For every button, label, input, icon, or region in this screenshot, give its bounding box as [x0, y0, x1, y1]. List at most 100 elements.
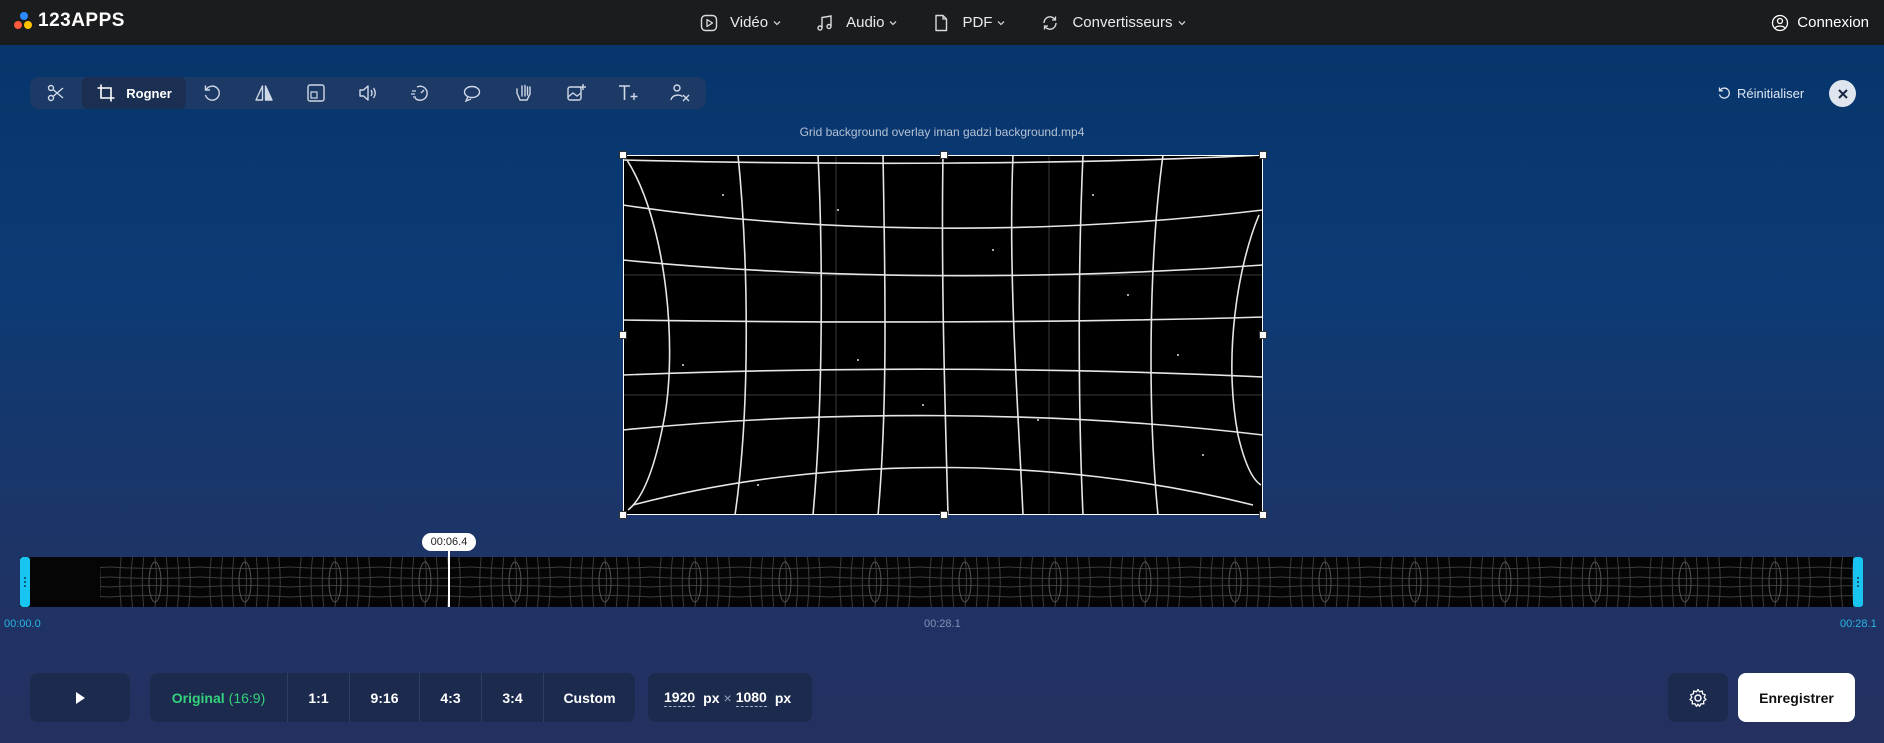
add-text-icon: [619, 85, 638, 100]
nav-item-label: Vidéo: [730, 14, 769, 31]
timeline-thumbnail: [919, 557, 1011, 607]
gear-icon: [1689, 688, 1707, 707]
remove-logo-tool-button[interactable]: [654, 77, 706, 109]
video-filename: Grid background overlay iman gadzi backg…: [799, 125, 1085, 139]
crop-handle-left[interactable]: [619, 331, 627, 339]
dimension-separator: ×: [723, 689, 732, 706]
ratio-9-16[interactable]: 9:16: [350, 673, 420, 722]
timeline-thumbnail: [1099, 557, 1191, 607]
brand-name: 123APPS: [38, 10, 125, 31]
resize-tool-button[interactable]: [290, 77, 342, 109]
playhead[interactable]: [448, 551, 450, 607]
crop-handle-bottom[interactable]: [940, 511, 948, 519]
crop-handle-top[interactable]: [940, 151, 948, 159]
timeline-thumbnail: [199, 557, 291, 607]
play-circle-icon: [700, 14, 718, 31]
scissors-icon: [47, 84, 64, 102]
editor-toolbar: Rogner: [30, 77, 706, 109]
nav-item-pdf[interactable]: PDF: [932, 0, 1006, 45]
top-nav: 123APPS Vidéo Audio PDF Convertisseurs C…: [0, 0, 1884, 45]
crop-tool-button[interactable]: Rogner: [82, 77, 186, 109]
nav-item-converters[interactable]: Convertisseurs: [1040, 0, 1186, 45]
add-image-icon: [567, 84, 586, 101]
ratio-custom[interactable]: Custom: [544, 673, 635, 722]
music-note-icon: [817, 14, 832, 31]
play-icon: [76, 691, 85, 704]
crop-handle-bottom-left[interactable]: [619, 511, 627, 519]
timeline-thumbnail: [1279, 557, 1371, 607]
ratio-original-value: (16:9): [228, 689, 266, 706]
close-button[interactable]: [1829, 80, 1856, 107]
timeline-thumbnail: [1009, 557, 1101, 607]
ratio-1-1[interactable]: 1:1: [288, 673, 350, 722]
brand-logo[interactable]: 123APPS: [14, 10, 125, 32]
timeline-thumbnail: [289, 557, 381, 607]
rotate-tool-button[interactable]: [186, 77, 238, 109]
chevron-down-icon: [890, 20, 897, 25]
nav-item-video[interactable]: Vidéo: [700, 0, 782, 45]
timeline-thumbnail: [1549, 557, 1641, 607]
speed-tool-button[interactable]: [394, 77, 446, 109]
nav-item-label: Audio: [846, 14, 885, 31]
dimensions-box: 1920 px × 1080 px: [648, 673, 812, 722]
add-text-tool-button[interactable]: [602, 77, 654, 109]
flip-tool-button[interactable]: [238, 77, 290, 109]
loop-icon: [463, 85, 481, 103]
flip-icon: [255, 85, 273, 101]
logo-dots-icon: [14, 12, 34, 30]
reset-icon: [1718, 87, 1730, 99]
volume-tool-button[interactable]: [342, 77, 394, 109]
timeline-thumbnail: [379, 557, 471, 607]
width-unit: px: [703, 689, 720, 706]
stabilize-icon: [516, 84, 531, 101]
timeline-thumbnail: [1189, 557, 1281, 607]
height-input[interactable]: 1080: [735, 689, 767, 707]
add-image-tool-button[interactable]: [550, 77, 602, 109]
timeline-track[interactable]: [20, 557, 1862, 607]
ratio-4-3[interactable]: 4:3: [420, 673, 482, 722]
timeline-thumbnail: [829, 557, 921, 607]
aspect-ratio-selector: Original (16:9) 1:1 9:16 4:3 3:4 Custom: [150, 673, 635, 722]
trim-handle-end[interactable]: [1853, 557, 1863, 607]
height-unit: px: [774, 689, 792, 706]
cut-tool-button[interactable]: [30, 77, 82, 109]
timeline-dark-segment: [20, 557, 100, 607]
crop-handle-bottom-right[interactable]: [1259, 511, 1267, 519]
rotate-icon: [204, 85, 220, 101]
crop-icon: [97, 84, 115, 102]
chevron-down-icon: [998, 20, 1005, 25]
timeline-thumbnail: [739, 557, 831, 607]
timeline-end-time: 00:28.1: [1840, 618, 1877, 630]
nav-item-label: PDF: [962, 14, 993, 31]
remove-logo-icon: [670, 84, 690, 102]
document-icon: [935, 14, 948, 31]
crop-frame[interactable]: [619, 151, 1267, 519]
trim-handle-start[interactable]: [20, 557, 30, 607]
crop-handle-right[interactable]: [1259, 331, 1267, 339]
user-icon: [1772, 14, 1789, 31]
play-button[interactable]: [30, 673, 130, 722]
nav-item-audio[interactable]: Audio: [816, 0, 898, 45]
timeline-thumbnail: [559, 557, 651, 607]
login-link[interactable]: Connexion: [1771, 0, 1869, 45]
login-label: Connexion: [1797, 14, 1869, 31]
ratio-original[interactable]: Original (16:9): [150, 673, 288, 722]
timeline-thumbnail: [649, 557, 741, 607]
stabilize-tool-button[interactable]: [498, 77, 550, 109]
width-input[interactable]: 1920: [664, 689, 696, 707]
crop-tool-label: Rogner: [126, 85, 172, 101]
reset-button[interactable]: Réinitialiser: [1717, 82, 1804, 104]
timeline-start-time: 00:00.0: [4, 618, 41, 630]
timeline-thumbnail: [469, 557, 561, 607]
loop-tool-button[interactable]: [446, 77, 498, 109]
crop-handle-top-right[interactable]: [1259, 151, 1267, 159]
crop-handle-top-left[interactable]: [619, 151, 627, 159]
resize-icon: [307, 84, 325, 102]
ratio-original-label: Original: [171, 689, 225, 706]
ratio-3-4[interactable]: 3:4: [482, 673, 544, 722]
timeline-duration: 00:28.1: [924, 618, 961, 630]
save-button[interactable]: Enregistrer: [1738, 673, 1855, 722]
timeline-thumbnail: [1459, 557, 1551, 607]
timeline-thumbnail: [1369, 557, 1461, 607]
settings-button[interactable]: [1668, 673, 1728, 722]
